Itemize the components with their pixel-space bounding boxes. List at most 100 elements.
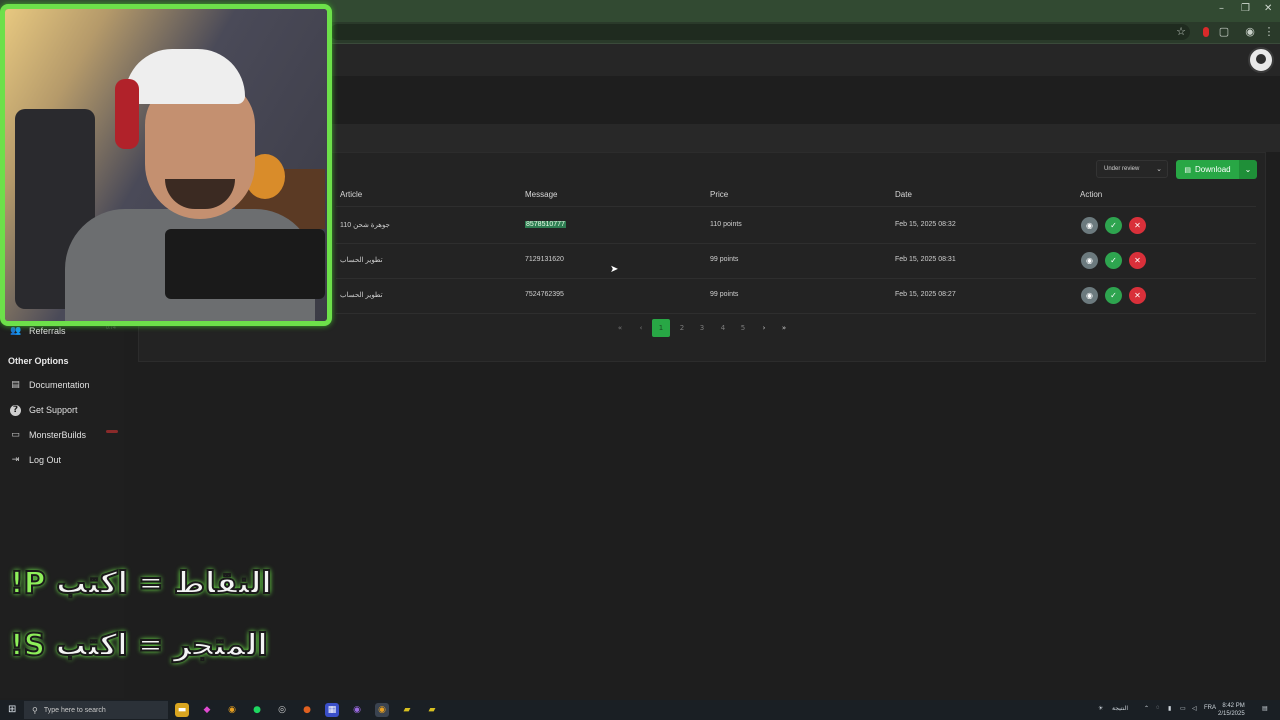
sidebar-item-label: Documentation bbox=[29, 380, 90, 390]
tray-chevron-icon[interactable]: ⌃ bbox=[1144, 705, 1149, 712]
tray-icon[interactable]: ◌ bbox=[1156, 705, 1160, 711]
address-bar[interactable] bbox=[330, 24, 1190, 40]
book-icon: ▤ bbox=[11, 379, 20, 390]
page-button[interactable]: 1 bbox=[652, 319, 670, 337]
avatar[interactable] bbox=[1248, 47, 1274, 73]
other-options-heading: Other Options bbox=[8, 356, 69, 366]
cell-date: Feb 15, 2025 08:32 bbox=[895, 221, 956, 228]
language-indicator[interactable]: FRA bbox=[1204, 705, 1216, 711]
page-button[interactable]: 3 bbox=[693, 319, 711, 337]
network-icon[interactable]: ▭ bbox=[1180, 705, 1186, 712]
cell-article: تطوير الحساب bbox=[340, 257, 383, 264]
chrome-icon[interactable]: ◉ bbox=[225, 703, 239, 717]
overlay-command-store: !S المتجر = اكتب bbox=[9, 627, 269, 664]
sidebar-item-documentation[interactable]: ▤ Documentation bbox=[10, 375, 90, 395]
view-button[interactable]: ◉ bbox=[1081, 252, 1098, 269]
spotify-icon[interactable]: ● bbox=[250, 703, 264, 717]
menu-icon[interactable]: ⋮ bbox=[1262, 25, 1276, 39]
overlay-text: المتجر = اكتب bbox=[55, 627, 269, 664]
column-header-price[interactable]: Price bbox=[710, 190, 728, 199]
approve-button[interactable]: ✓ bbox=[1105, 252, 1122, 269]
app-icon[interactable]: ◉ bbox=[350, 703, 364, 717]
search-placeholder: Type here to search bbox=[43, 706, 106, 714]
close-icon: ✕ bbox=[1134, 221, 1141, 230]
view-button[interactable]: ◉ bbox=[1081, 217, 1098, 234]
check-icon: ✓ bbox=[1110, 256, 1117, 265]
overlay-key: !S bbox=[9, 627, 46, 664]
check-icon: ✓ bbox=[1110, 291, 1117, 300]
cell-price: 99 points bbox=[710, 291, 739, 298]
column-header-date[interactable]: Date bbox=[895, 190, 912, 199]
reject-button[interactable]: ✕ bbox=[1129, 287, 1146, 304]
download-label: Download bbox=[1195, 165, 1231, 174]
cell-message: 7129131620 bbox=[525, 256, 564, 263]
clock-time: 8:42 PM bbox=[1222, 703, 1245, 709]
record-icon[interactable] bbox=[1199, 25, 1213, 39]
weather-icon[interactable]: ☀ bbox=[1098, 705, 1103, 712]
column-header-message[interactable]: Message bbox=[525, 190, 557, 199]
search-icon: ⚲ bbox=[32, 705, 38, 715]
file-icon: ▤ bbox=[1184, 165, 1192, 174]
profile-icon[interactable]: ◉ bbox=[1243, 25, 1257, 39]
eye-icon: ◉ bbox=[1086, 256, 1093, 265]
divider bbox=[336, 243, 1256, 244]
approve-button[interactable]: ✓ bbox=[1105, 217, 1122, 234]
app-icon[interactable]: ◎ bbox=[275, 703, 289, 717]
volume-icon[interactable]: ◁ bbox=[1192, 705, 1197, 712]
cell-price: 110 points bbox=[710, 221, 742, 228]
app-icon[interactable]: ● bbox=[300, 703, 314, 717]
webcam-overlay bbox=[0, 4, 332, 326]
star-icon[interactable]: ☆ bbox=[1174, 25, 1188, 39]
app-icon[interactable]: ▦ bbox=[325, 703, 339, 717]
taskbar bbox=[0, 700, 1280, 720]
page-button[interactable]: 2 bbox=[673, 319, 691, 337]
approve-button[interactable]: ✓ bbox=[1105, 287, 1122, 304]
windows-start-icon[interactable]: ⊞ bbox=[8, 704, 20, 716]
app-icon[interactable]: ◆ bbox=[200, 703, 214, 717]
sidebar-item-log-out[interactable]: ⇥ Log Out bbox=[10, 450, 61, 470]
notification-icon[interactable]: ▤ bbox=[1262, 705, 1268, 712]
overlay-key: !P bbox=[9, 565, 47, 602]
app-icon[interactable]: ▰ bbox=[400, 703, 414, 717]
reject-button[interactable]: ✕ bbox=[1129, 252, 1146, 269]
first-page-button[interactable]: « bbox=[611, 319, 629, 337]
maximize-button[interactable]: ❐ bbox=[1241, 3, 1250, 14]
sidebar-item-label: Get Support bbox=[29, 405, 78, 415]
page-button[interactable]: 5 bbox=[734, 319, 752, 337]
sidebar-item-label: MonsterBuilds bbox=[29, 430, 87, 440]
overlay-command-points: !P النقاط = اكتب bbox=[9, 565, 273, 602]
weather-label[interactable]: النتيجة bbox=[1112, 705, 1128, 712]
download-button[interactable]: ▤ Download bbox=[1176, 160, 1239, 179]
close-icon: ✕ bbox=[1134, 291, 1141, 300]
file-explorer-icon[interactable]: ▬ bbox=[175, 703, 189, 717]
app-icon[interactable]: ▰ bbox=[425, 703, 439, 717]
extensions-icon[interactable]: ▢ bbox=[1217, 25, 1231, 39]
sidebar-item-get-support[interactable]: ? Get Support bbox=[10, 400, 78, 420]
system-clock[interactable]: 8:42 PM 2/15/2025 bbox=[1218, 702, 1245, 718]
question-icon: ? bbox=[10, 404, 21, 416]
close-window-button[interactable]: ✕ bbox=[1264, 3, 1272, 14]
chrome-icon[interactable]: ◉ bbox=[375, 703, 389, 717]
next-page-button[interactable]: › bbox=[755, 319, 773, 337]
last-page-button[interactable]: » bbox=[775, 319, 793, 337]
minimize-button[interactable]: – bbox=[1219, 3, 1224, 14]
clock-date: 2/15/2025 bbox=[1218, 711, 1245, 717]
reject-button[interactable]: ✕ bbox=[1129, 217, 1146, 234]
mouse-cursor-icon: ➤ bbox=[610, 264, 619, 275]
view-button[interactable]: ◉ bbox=[1081, 287, 1098, 304]
column-header-article[interactable]: Article bbox=[340, 190, 362, 199]
eye-icon: ◉ bbox=[1086, 221, 1093, 230]
laptop-icon: ▭ bbox=[11, 429, 20, 440]
sidebar-item-monsterbuilds[interactable]: ▭ MonsterBuilds bbox=[10, 425, 86, 445]
status-filter-select[interactable]: Under review ⌄ bbox=[1096, 160, 1168, 178]
webcam-headset bbox=[115, 79, 139, 149]
divider bbox=[336, 278, 1256, 279]
download-options-button[interactable]: ⌄ bbox=[1239, 160, 1257, 179]
taskbar-search[interactable]: ⚲ Type here to search bbox=[24, 701, 168, 719]
page-button[interactable]: 4 bbox=[714, 319, 732, 337]
tray-icon[interactable]: ▮ bbox=[1168, 705, 1171, 712]
cell-price: 99 points bbox=[710, 256, 739, 263]
prev-page-button[interactable]: ‹ bbox=[632, 319, 650, 337]
divider bbox=[336, 206, 1256, 207]
status-filter-value: Under review bbox=[1104, 166, 1140, 172]
